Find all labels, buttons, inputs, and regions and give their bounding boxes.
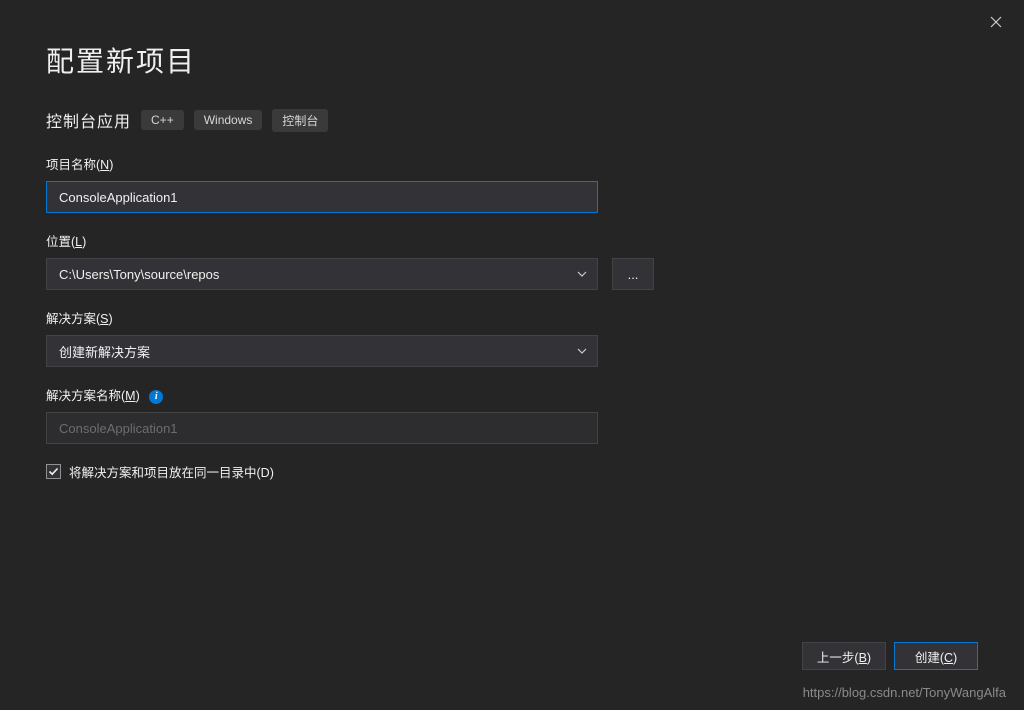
solution-label: 解决方案(S) — [46, 308, 978, 327]
location-value: C:\Users\Tony\source\repos — [59, 267, 219, 282]
solution-name-label: 解决方案名称(M) i — [46, 385, 978, 404]
solution-name-input — [46, 412, 598, 444]
back-button[interactable]: 上一步(B) — [802, 642, 886, 670]
browse-button[interactable]: ... — [612, 258, 654, 290]
solution-value: 创建新解决方案 — [59, 342, 150, 361]
page-title: 配置新项目 — [46, 40, 978, 80]
close-icon — [990, 16, 1002, 28]
chevron-down-icon — [577, 348, 587, 354]
watermark: https://blog.csdn.net/TonyWangAlfa — [803, 685, 1006, 700]
tag-windows: Windows — [194, 110, 263, 130]
project-type-row: 控制台应用 C++ Windows 控制台 — [46, 108, 978, 132]
chevron-down-icon — [577, 271, 587, 277]
location-select[interactable]: C:\Users\Tony\source\repos — [46, 258, 598, 290]
project-type-label: 控制台应用 — [46, 108, 131, 132]
check-icon — [48, 466, 59, 477]
same-directory-checkbox[interactable] — [46, 464, 61, 479]
solution-select[interactable]: 创建新解决方案 — [46, 335, 598, 367]
project-name-input[interactable] — [46, 181, 598, 213]
location-label: 位置(L) — [46, 231, 978, 250]
project-name-label: 项目名称(N) — [46, 154, 978, 173]
tag-cpp: C++ — [141, 110, 184, 130]
same-directory-label[interactable]: 将解决方案和项目放在同一目录中(D) — [69, 462, 274, 481]
close-button[interactable] — [980, 8, 1012, 36]
tag-console: 控制台 — [272, 109, 328, 132]
info-icon[interactable]: i — [149, 390, 163, 404]
create-button[interactable]: 创建(C) — [894, 642, 978, 670]
